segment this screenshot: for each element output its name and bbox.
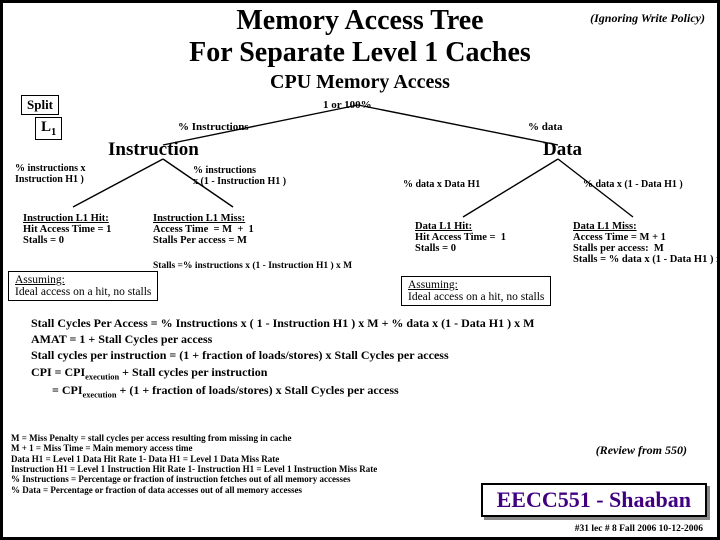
course-footer: EECC551 - Shaaban	[481, 483, 707, 517]
pct-data-label: % data	[528, 121, 563, 133]
stalls-formula-instr-miss: Stalls =% instructions x (1 - Instructio…	[153, 261, 352, 271]
section-data: Data	[543, 139, 582, 161]
pct-instructions-label: % Instructions	[178, 121, 249, 133]
leaf-instr-miss: Instruction L1 Miss: Access Time = M + 1…	[153, 213, 254, 246]
branch-frac-data-hit: % data x Data H1	[403, 179, 480, 190]
annotation-ignoring-write-policy: (Ignoring Write Policy)	[590, 11, 705, 26]
title-line1: Memory Access Tree	[236, 5, 483, 36]
leaf-instr-hit: Instruction L1 Hit: Hit Access Time = 1 …	[23, 213, 111, 246]
subtitle-cpu-memory-access: CPU Memory Access	[3, 71, 717, 94]
title-line2: For Separate Level 1 Caches	[189, 37, 531, 68]
leaf-data-miss: Data L1 Miss: Access Time = M + 1 Stalls…	[573, 221, 720, 265]
review-note: (Review from 550)	[596, 443, 687, 458]
assume-box-right: Assuming:Ideal access on a hit, no stall…	[401, 276, 551, 306]
split-box: Split	[21, 95, 59, 115]
assume-box-left: Assuming:Ideal access on a hit, no stall…	[8, 271, 158, 301]
l1-box: L1	[35, 117, 62, 140]
definitions-block: M = Miss Penalty = stall cycles per acce…	[11, 433, 377, 495]
slide-info: #31 lec # 8 Fall 2006 10-12-2006	[575, 524, 703, 534]
branch-frac-instr-miss: % instructions x (1 - Instruction H1 )	[193, 165, 286, 187]
root-probability: 1 or 100%	[323, 99, 372, 111]
branch-frac-instr-hit: % instructions x Instruction H1 )	[15, 163, 86, 185]
section-instruction: Instruction	[108, 139, 199, 161]
branch-frac-data-miss: % data x (1 - Data H1 )	[583, 179, 683, 190]
tree-lines	[3, 97, 720, 297]
formulas-block: Stall Cycles Per Access = % Instructions…	[31, 315, 534, 401]
leaf-data-hit: Data L1 Hit: Hit Access Time = 1 Stalls …	[415, 221, 506, 254]
